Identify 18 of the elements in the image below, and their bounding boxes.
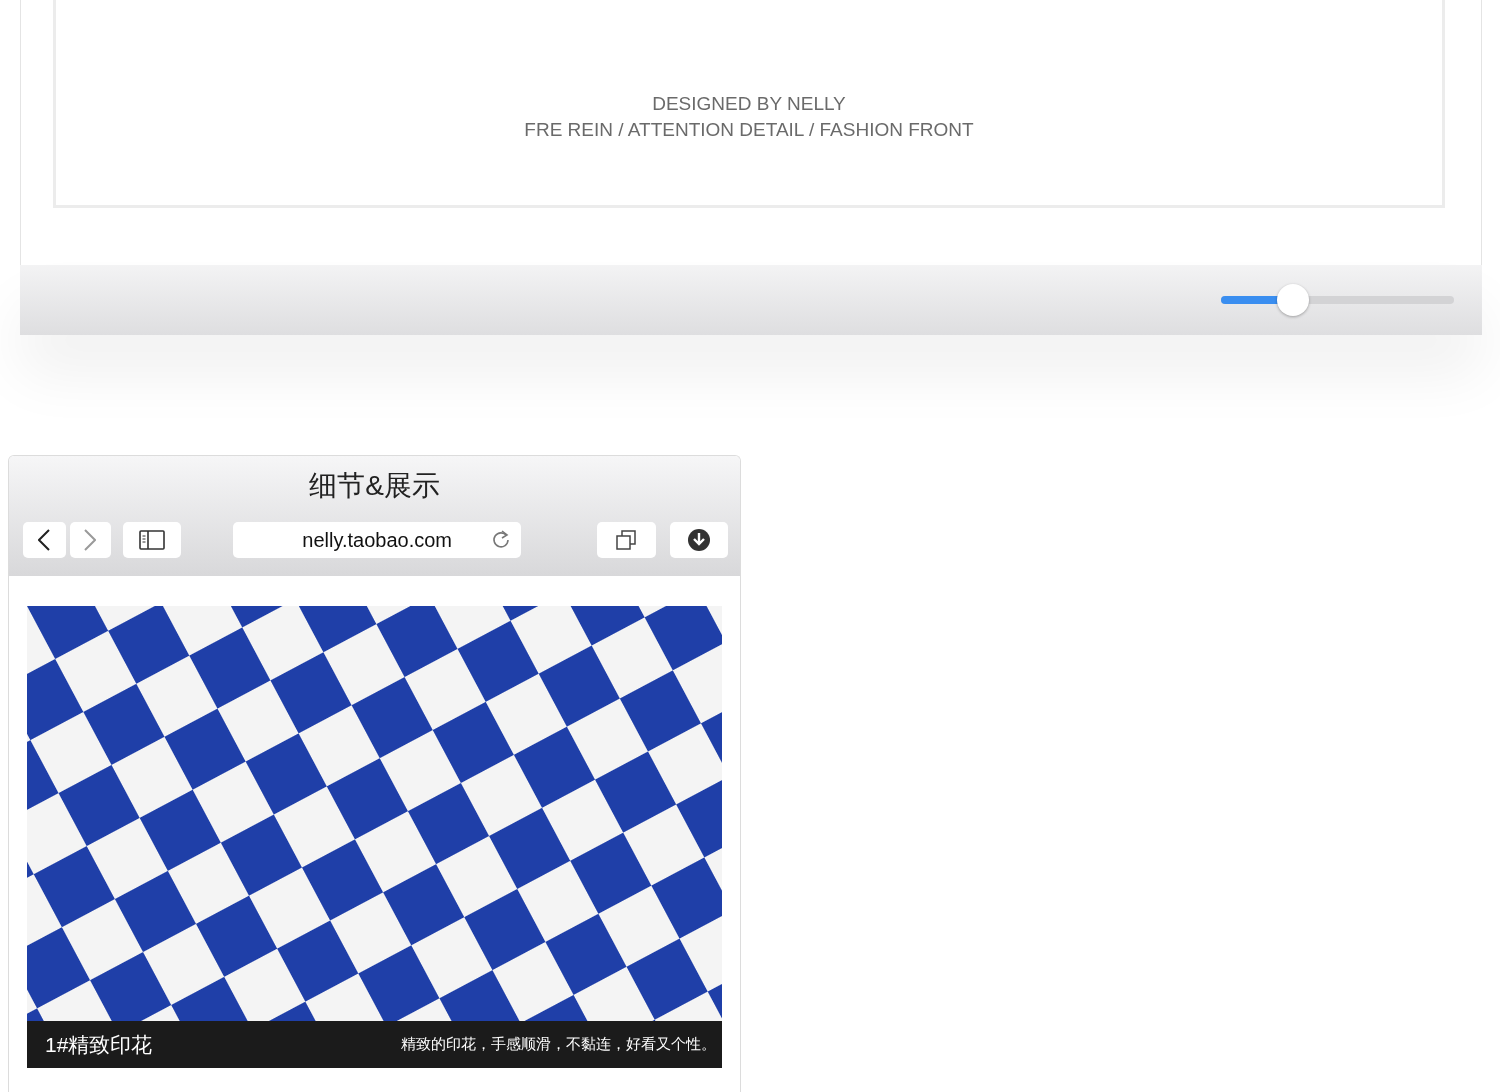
tagline-text: FRE REIN / ATTENTION DETAIL / FASHION FRONT <box>524 118 974 142</box>
tabs-button[interactable] <box>597 522 656 558</box>
download-button[interactable] <box>669 522 728 558</box>
window-title: 细节&展示 <box>309 469 440 503</box>
slider-thumb[interactable] <box>1277 284 1310 316</box>
reload-icon[interactable] <box>491 530 511 550</box>
back-chevron-icon <box>38 529 51 551</box>
zoom-slider[interactable] <box>1221 284 1454 316</box>
tagline-text: DESIGNED BY NELLY <box>652 92 846 116</box>
caption-text: 精致的印花，手感顺滑，不黏连，好看又个性。 <box>401 1035 716 1054</box>
tabs-icon <box>615 529 638 551</box>
back-button[interactable] <box>23 522 66 558</box>
forward-chevron-icon <box>84 529 97 551</box>
caption-title: 1#精致印花 <box>45 1031 153 1058</box>
sidebar-icon <box>139 530 166 550</box>
download-icon <box>686 528 711 552</box>
address-field[interactable]: nelly.taobao.com <box>233 522 521 558</box>
sidebar-button[interactable] <box>122 522 182 558</box>
